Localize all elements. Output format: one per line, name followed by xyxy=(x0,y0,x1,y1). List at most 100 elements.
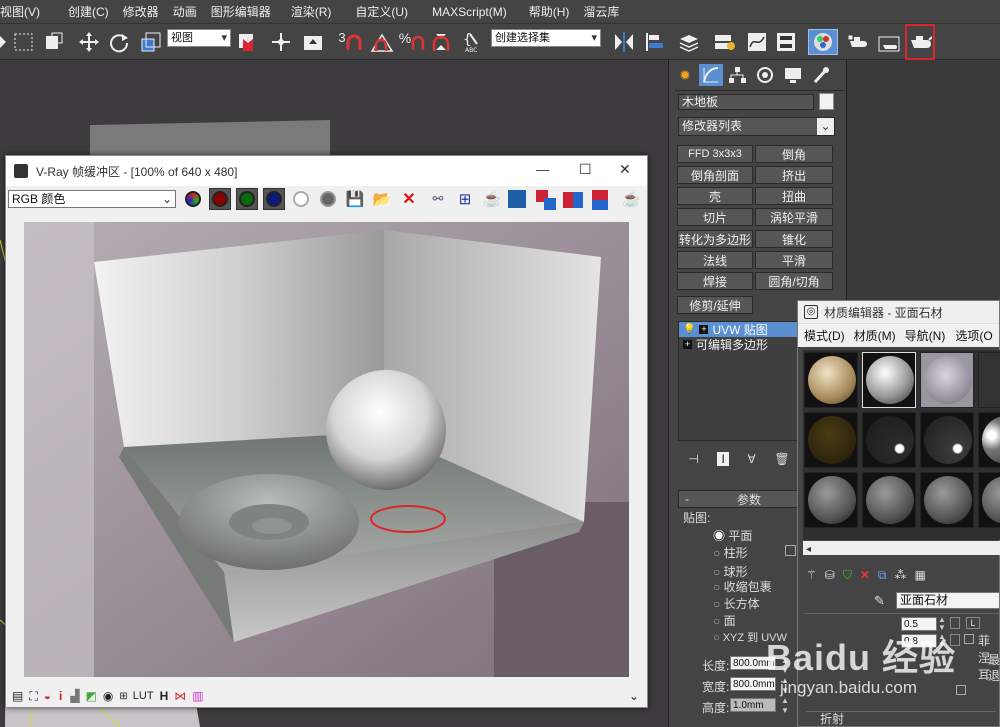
close-button[interactable]: ✕ xyxy=(619,161,631,178)
layer-manager-icon[interactable] xyxy=(676,29,702,55)
pick-material-eyedropper-icon[interactable]: ✎ xyxy=(874,593,885,609)
histogram-icon[interactable]: ▟ xyxy=(70,689,79,703)
select-manipulate-icon[interactable] xyxy=(268,29,294,55)
option-checkbox[interactable] xyxy=(956,685,966,695)
menu-graph-editors[interactable]: 图形编辑器 xyxy=(211,3,285,20)
render-setup-icon[interactable] xyxy=(844,29,872,55)
compare-ab-horizontal-icon[interactable] xyxy=(562,189,584,211)
sample-slots-scrollbar[interactable]: ◂ xyxy=(803,541,1000,555)
put-to-scene-icon[interactable]: ⛁ xyxy=(825,568,835,582)
put-to-library-icon[interactable]: ▦ xyxy=(914,568,925,582)
mono-channel-icon[interactable] xyxy=(317,188,339,210)
channel-dropdown[interactable]: RGB 颜色 ⌄ xyxy=(8,190,176,208)
radio-cylindrical[interactable]: ○ 柱形 xyxy=(713,545,787,562)
assign-material-icon[interactable]: ⛉ xyxy=(843,568,852,583)
pin-stack-icon[interactable]: ⊣ xyxy=(688,452,698,466)
srgb-icon[interactable]: ◉ xyxy=(103,689,113,703)
modifier-list-dropdown[interactable]: 修改器列表 ⌄ xyxy=(678,117,835,136)
pivot-center-icon[interactable] xyxy=(234,29,260,55)
move-icon[interactable] xyxy=(76,29,102,55)
percent-snap-icon[interactable]: % xyxy=(398,29,426,55)
radio-planar[interactable]: ◉ 平面 xyxy=(713,528,787,545)
rect-select-region-icon[interactable] xyxy=(12,29,36,55)
radio-shrink-wrap[interactable]: ○ 收缩包裹 xyxy=(713,579,787,596)
minimize-button[interactable]: — xyxy=(536,162,549,177)
make-unique-icon[interactable]: ∀ xyxy=(748,452,756,466)
modifier-button-weld[interactable]: 焊接 xyxy=(677,272,753,290)
material-editor-icon[interactable] xyxy=(808,29,838,55)
teapot-render-icon[interactable]: ☕ xyxy=(620,188,642,210)
modifier-button-extrude[interactable]: 挤出 xyxy=(755,166,833,184)
show-end-result-icon[interactable]: I xyxy=(717,452,729,466)
expand-icon[interactable]: + xyxy=(683,340,692,349)
named-selection-dropdown[interactable]: 创建选择集 xyxy=(491,29,601,47)
curve-editor-icon[interactable] xyxy=(744,29,770,55)
scale-icon[interactable] xyxy=(138,29,164,55)
green-channel-icon[interactable] xyxy=(236,188,258,210)
rendered-frame-window-icon[interactable] xyxy=(875,29,903,55)
modifier-button-chamfer[interactable]: 圆角/切角 xyxy=(755,272,833,290)
vfb-history-icon[interactable] xyxy=(508,190,526,208)
menu-help[interactable]: 帮助(H) xyxy=(521,3,584,20)
levels-icon[interactable]: ⛶ xyxy=(29,689,37,704)
menu-maxscript[interactable]: MAXScript(M) xyxy=(422,5,521,19)
curve-icon[interactable]: ◒ xyxy=(44,689,51,703)
create-tab-icon[interactable]: ✹ xyxy=(673,64,697,86)
color-clamp-icon[interactable]: ▥ xyxy=(192,689,203,703)
make-unique-material-icon[interactable]: ⁂ xyxy=(894,568,906,582)
fresnel-checkbox[interactable] xyxy=(964,634,974,644)
schematic-view-icon[interactable] xyxy=(773,29,799,55)
spinner-snap-icon[interactable] xyxy=(428,29,454,55)
modifier-button-trim-extend[interactable]: 修剪/延伸 xyxy=(677,296,753,314)
render-last-icon[interactable]: ☕ xyxy=(481,188,503,210)
object-name-field[interactable]: 木地板 xyxy=(678,94,814,110)
stack-item-editable-poly[interactable]: + 可编辑多边形 xyxy=(679,337,799,352)
align-icon[interactable] xyxy=(642,29,668,55)
glossiness-map-button[interactable] xyxy=(950,617,960,629)
copy-material-icon[interactable]: ⧉ xyxy=(878,568,887,583)
refraction-rollout-header[interactable]: 折射 xyxy=(806,711,996,727)
menu-liuyun[interactable]: 溜云库 xyxy=(583,3,633,20)
sample-slot[interactable] xyxy=(920,472,974,528)
menu-create[interactable]: 创建(C) xyxy=(54,3,123,20)
spinner-arrows[interactable]: ▲ ▼ ▲ ▼ ▲ ▼ xyxy=(781,656,791,716)
motion-tab-icon[interactable] xyxy=(753,64,777,86)
hierarchy-tab-icon[interactable] xyxy=(725,64,749,86)
modify-tab-icon[interactable] xyxy=(699,64,723,86)
sample-slot[interactable] xyxy=(978,472,1000,528)
length-spinner[interactable]: 800.0mm xyxy=(730,656,776,670)
sample-slot[interactable] xyxy=(920,352,974,408)
edit-named-selection-icon[interactable]: {ABC xyxy=(460,29,486,55)
render-production-icon[interactable] xyxy=(905,24,935,60)
rotate-icon[interactable] xyxy=(106,29,132,55)
maximize-button[interactable]: ☐ xyxy=(579,161,592,178)
expand-toolbar-icon[interactable]: ⌄ xyxy=(629,689,639,703)
modifier-button-smooth[interactable]: 平滑 xyxy=(755,251,833,269)
reset-material-icon[interactable]: ✕ xyxy=(860,568,870,582)
remove-modifier-icon[interactable]: 🗑 xyxy=(774,452,789,466)
modifier-button-slice[interactable]: 切片 xyxy=(677,208,753,226)
height-spinner[interactable]: 1.0mm xyxy=(730,698,776,712)
parameters-rollout-header[interactable]: - 参数 xyxy=(678,490,798,508)
radio-face[interactable]: ○ 面 xyxy=(713,613,787,630)
sample-slot[interactable] xyxy=(862,472,916,528)
scroll-left-icon[interactable]: ◂ xyxy=(806,544,811,555)
expand-icon[interactable]: + xyxy=(699,325,709,334)
modifier-button-convert-poly[interactable]: 转化为多边形 xyxy=(677,230,753,248)
h-button[interactable]: H xyxy=(160,689,169,703)
modifier-button-shell[interactable]: 壳 xyxy=(677,187,753,205)
compare-a-b-icon[interactable] xyxy=(535,189,557,211)
material-name-field[interactable]: 亚面石材 xyxy=(896,592,1000,609)
sample-slot[interactable] xyxy=(862,412,916,468)
modifier-button-normal[interactable]: 法线 xyxy=(677,251,753,269)
object-color-swatch[interactable] xyxy=(819,93,834,110)
menu-animation[interactable]: 动画 xyxy=(173,3,211,20)
clear-image-icon[interactable]: ✕ xyxy=(398,188,420,210)
display-tab-icon[interactable] xyxy=(781,64,805,86)
parameter-spinner[interactable]: 0.8 xyxy=(901,634,937,648)
menu-rendering[interactable]: 渲染(R) xyxy=(285,3,346,20)
sample-slot[interactable] xyxy=(978,412,1000,468)
sample-slot[interactable] xyxy=(804,472,858,528)
keyboard-shortcut-icon[interactable] xyxy=(300,29,326,55)
compare-ab-vertical-icon[interactable] xyxy=(589,189,611,211)
